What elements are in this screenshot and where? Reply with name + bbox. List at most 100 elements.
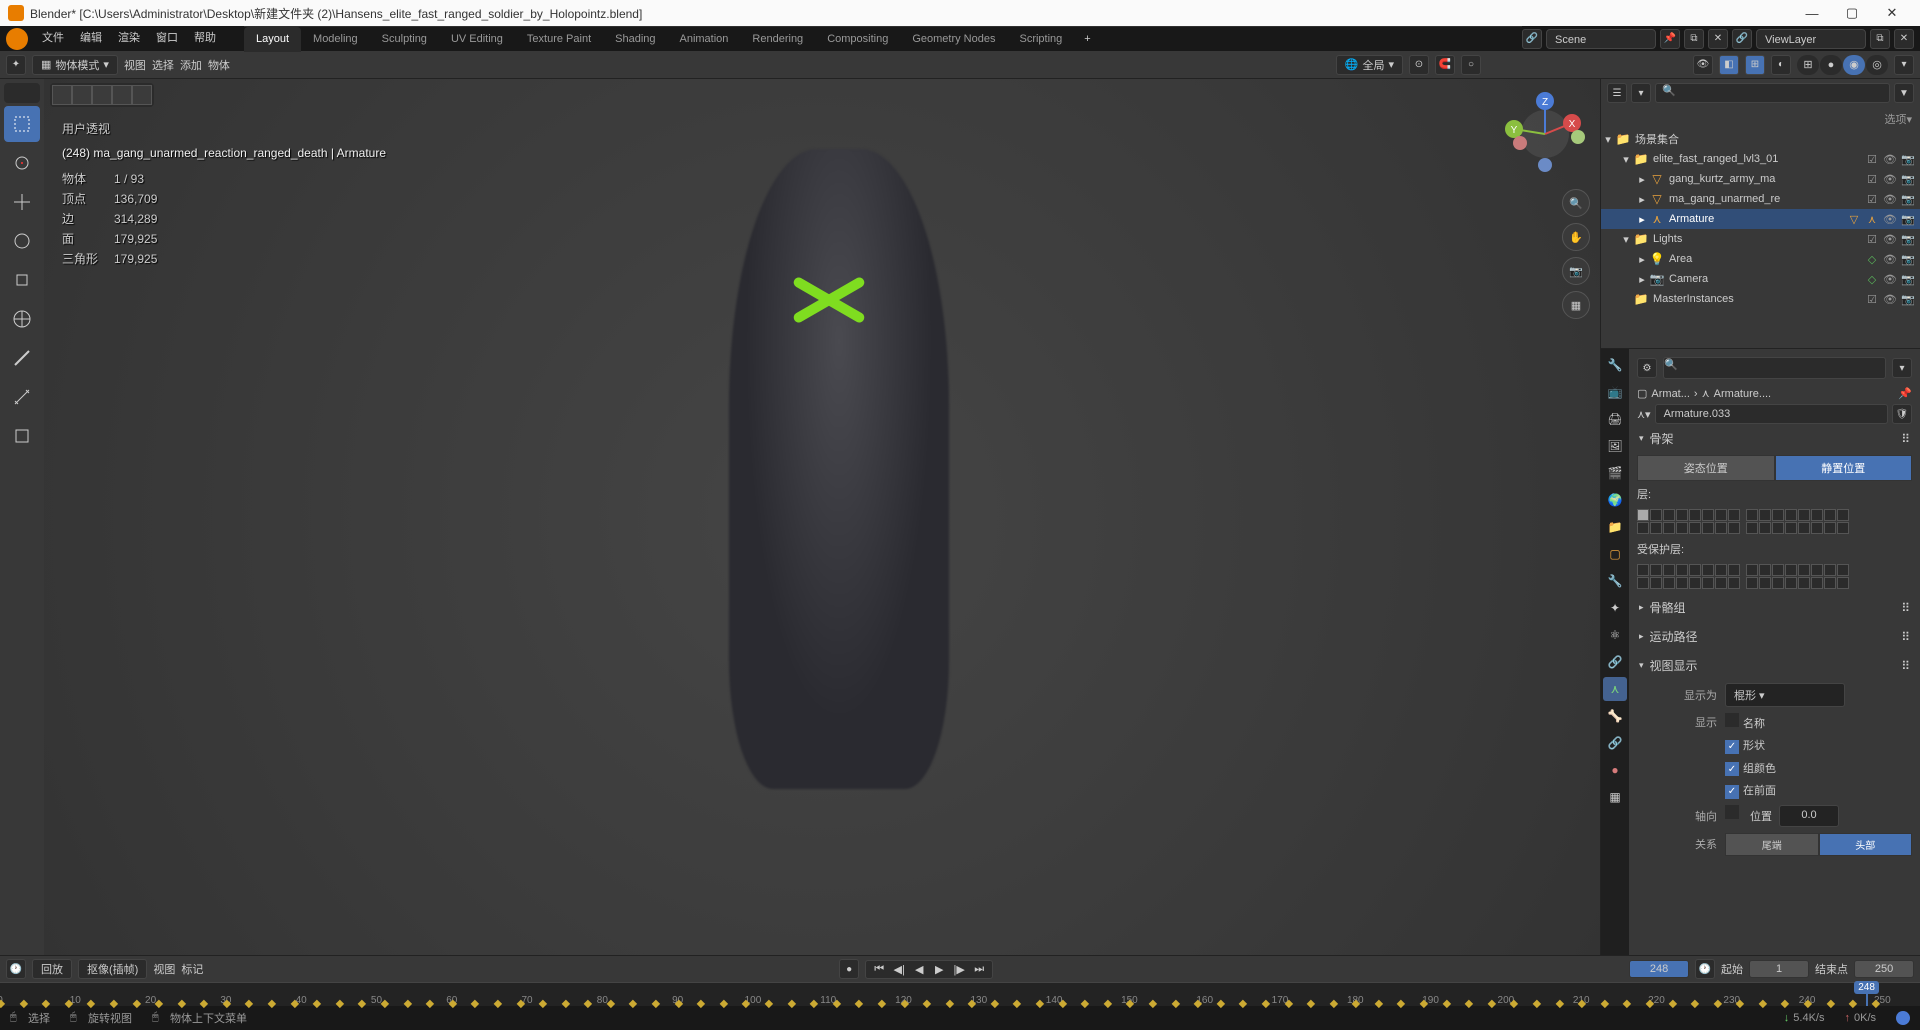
shading-rendered-icon[interactable]: ◎ (1866, 55, 1888, 75)
tool-select-box[interactable] (4, 106, 40, 142)
end-frame-field[interactable]: 250 (1854, 960, 1914, 978)
timeline-marker-menu[interactable]: 标记 (181, 961, 203, 977)
props-search-input[interactable]: 🔍 (1663, 357, 1886, 379)
show-shapes-checkbox[interactable]: ✓ (1725, 740, 1739, 754)
render-icon[interactable]: 📷 (1900, 193, 1916, 206)
start-frame-field[interactable]: 1 (1749, 960, 1809, 978)
protected-layers[interactable] (1637, 564, 1912, 589)
shading-solid-icon[interactable]: ● (1820, 55, 1842, 75)
ptab-viewlayer-icon[interactable]: 🖼 (1603, 434, 1627, 458)
workspace-tab-sculpting[interactable]: Sculpting (370, 27, 439, 52)
ptab-render-icon[interactable]: 📺 (1603, 380, 1627, 404)
panel-viewport-display[interactable]: ▾视图显示⠿ (1629, 651, 1920, 680)
current-frame-field[interactable]: 248 (1629, 960, 1689, 978)
eye-icon[interactable]: 👁 (1882, 173, 1898, 186)
menu-file[interactable]: 文件 (34, 26, 72, 51)
prev-key-icon[interactable]: ◀| (890, 963, 908, 976)
eye-icon[interactable]: 👁 (1882, 233, 1898, 246)
ptab-object-icon[interactable]: ▢ (1603, 542, 1627, 566)
tool-transform[interactable] (4, 301, 40, 337)
armature-data-icon[interactable]: ⋏▾ (1637, 408, 1651, 421)
workspace-tab-layout[interactable]: Layout (244, 27, 301, 52)
panel-skeleton[interactable]: ▾骨架⠿ (1629, 424, 1920, 453)
props-options-dd-icon[interactable]: ▾ (1892, 358, 1912, 378)
ptab-data-icon[interactable]: ⋏ (1603, 677, 1627, 701)
menu-edit[interactable]: 编辑 (72, 26, 110, 51)
panel-motion-paths[interactable]: ▸运动路径⠿ (1629, 622, 1920, 651)
keying-menu[interactable]: 抠像(插帧) (78, 959, 147, 979)
pose-position-button[interactable]: 姿态位置 (1637, 455, 1775, 481)
mode-dropdown[interactable]: ▦物体模式▾ (32, 55, 118, 75)
viewlayer-delete-icon[interactable]: ✕ (1894, 29, 1914, 49)
eye-icon[interactable]: 👁 (1882, 293, 1898, 306)
render-icon[interactable]: 📷 (1900, 273, 1916, 286)
close-button[interactable]: ✕ (1872, 5, 1912, 21)
orientation-dropdown[interactable]: 🌐全局▾ (1336, 55, 1403, 75)
ptab-output-icon[interactable]: 🖨 (1603, 407, 1627, 431)
ptab-boneconstraint-icon[interactable]: 🔗 (1603, 731, 1627, 755)
outliner-options-row[interactable]: 选项 ▾ (1601, 109, 1920, 129)
tool-move[interactable] (4, 184, 40, 220)
eye-icon[interactable]: 👁 (1882, 153, 1898, 166)
3d-viewport[interactable]: 用户透视 (248) ma_gang_unarmed_reaction_rang… (44, 79, 1600, 955)
workspace-tab-texturepaint[interactable]: Texture Paint (515, 27, 603, 52)
play-reverse-icon[interactable]: ◀ (910, 963, 928, 976)
armature-name-field[interactable]: Armature.033 (1655, 404, 1888, 424)
render-icon[interactable]: 📷 (1900, 293, 1916, 306)
pose-position-toggle[interactable]: 姿态位置 静置位置 (1637, 455, 1912, 481)
play-icon[interactable]: ▶ (930, 963, 948, 976)
display-as-dropdown[interactable]: 棍形 ▾ (1725, 683, 1845, 707)
outliner-item[interactable]: ▸💡Area◇👁📷 (1601, 249, 1920, 269)
snap-icon[interactable]: 🧲 (1435, 55, 1455, 75)
ptab-modifier-icon[interactable]: 🔧 (1603, 569, 1627, 593)
tool-annotate[interactable] (4, 340, 40, 376)
ptab-scene-icon[interactable]: 🎬 (1603, 461, 1627, 485)
xray-icon[interactable]: ◐ (1771, 55, 1791, 75)
workspace-tab-scripting[interactable]: Scripting (1007, 27, 1074, 52)
pin-icon[interactable]: 📌 (1898, 387, 1912, 400)
ptab-collection-icon[interactable]: 📁 (1603, 515, 1627, 539)
ptab-material-icon[interactable]: ● (1603, 758, 1627, 782)
outliner-scene-collection[interactable]: ▾📁场景集合 (1601, 129, 1920, 149)
jump-end-icon[interactable]: ⏭ (970, 963, 988, 976)
scene-new-icon[interactable]: ⧉ (1684, 29, 1704, 49)
proportional-icon[interactable]: ○ (1461, 55, 1481, 75)
scene-name-field[interactable]: Scene (1546, 29, 1656, 49)
render-icon[interactable]: 📷 (1900, 233, 1916, 246)
workspace-tab-shading[interactable]: Shading (603, 27, 667, 52)
persp-ortho-icon[interactable]: ▦ (1562, 291, 1590, 319)
render-icon[interactable]: 📷 (1900, 173, 1916, 186)
scene-browse-icon[interactable]: 🔗 (1522, 29, 1542, 49)
viewlayer-name-field[interactable]: ViewLayer (1756, 29, 1866, 49)
tool-measure[interactable] (4, 379, 40, 415)
render-icon[interactable]: 📷 (1900, 253, 1916, 266)
visibility-icon[interactable]: 👁 (1693, 55, 1713, 75)
scene-delete-icon[interactable]: ✕ (1708, 29, 1728, 49)
tool-add-cube[interactable] (4, 418, 40, 454)
render-icon[interactable]: 📷 (1900, 213, 1916, 226)
workspace-tab-rendering[interactable]: Rendering (740, 27, 815, 52)
jump-start-icon[interactable]: ⏮ (870, 963, 888, 976)
ptab-texture-icon[interactable]: ▦ (1603, 785, 1627, 809)
show-front-checkbox[interactable]: ✓ (1725, 785, 1739, 799)
tool-scale[interactable] (4, 262, 40, 298)
menu-render[interactable]: 渲染 (110, 26, 148, 51)
viewport-menu-view[interactable]: 视图 (124, 57, 146, 73)
preview-range-icon[interactable]: 🕐 (1695, 959, 1715, 979)
tool-cursor[interactable] (4, 145, 40, 181)
camera-view-icon[interactable]: 📷 (1562, 257, 1590, 285)
axis-checkbox[interactable] (1725, 805, 1739, 819)
rest-position-button[interactable]: 静置位置 (1775, 455, 1913, 481)
show-colors-checkbox[interactable]: ✓ (1725, 762, 1739, 776)
viewlayer-new-icon[interactable]: ⧉ (1870, 29, 1890, 49)
autokey-icon[interactable]: ● (839, 959, 859, 979)
workspace-tab-geonodes[interactable]: Geometry Nodes (900, 27, 1007, 52)
outliner-display-mode-icon[interactable]: ☰ (1607, 83, 1627, 103)
maximize-button[interactable]: ▢ (1832, 5, 1872, 21)
net-indicator-icon[interactable] (1896, 1011, 1910, 1025)
outliner-item[interactable]: ▸▽ma_gang_unarmed_re☑👁📷 (1601, 189, 1920, 209)
shading-material-icon[interactable]: ◉ (1843, 55, 1865, 75)
playback-menu[interactable]: 回放 (32, 959, 72, 979)
tool-rotate[interactable] (4, 223, 40, 259)
overlay-toggle-icon[interactable]: ⊞ (1745, 55, 1765, 75)
